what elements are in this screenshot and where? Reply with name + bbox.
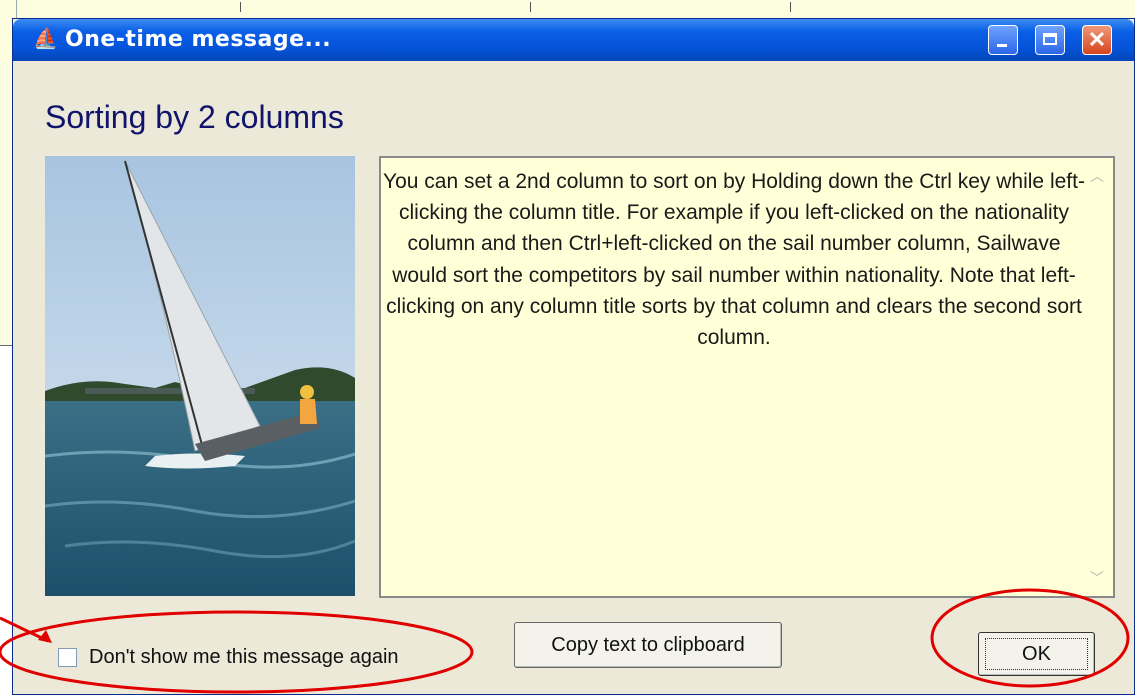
ok-button[interactable]: OK	[978, 632, 1095, 676]
dont-show-again-label[interactable]: Don't show me this message again	[89, 646, 399, 669]
scroll-down-icon[interactable]: ﹀	[1087, 568, 1107, 588]
close-button[interactable]: ✕	[1082, 25, 1112, 55]
sailboat-icon: ⛵	[33, 28, 58, 50]
message-text: You can set a 2nd column to sort on by H…	[383, 170, 1085, 350]
close-icon: ✕	[1087, 27, 1107, 52]
background-divider	[790, 2, 791, 12]
one-time-message-dialog: ⛵ One-time message... ✕ Sorting by 2 col…	[12, 18, 1135, 695]
copy-to-clipboard-button[interactable]: Copy text to clipboard	[514, 622, 782, 668]
title-bar[interactable]: ⛵ One-time message... ✕	[13, 19, 1134, 61]
scroll-up-icon[interactable]: ︿	[1087, 166, 1107, 186]
background-divider	[530, 2, 531, 12]
minimize-button[interactable]	[988, 25, 1018, 55]
dialog-heading: Sorting by 2 columns	[45, 99, 344, 135]
maximize-button[interactable]	[1035, 25, 1065, 55]
dont-show-again-checkbox[interactable]	[58, 648, 77, 667]
focus-ring	[985, 638, 1088, 670]
sailing-photo	[45, 156, 355, 596]
background-divider	[240, 2, 241, 12]
message-textbox[interactable]: You can set a 2nd column to sort on by H…	[379, 156, 1115, 598]
window-title: One-time message...	[65, 27, 332, 52]
